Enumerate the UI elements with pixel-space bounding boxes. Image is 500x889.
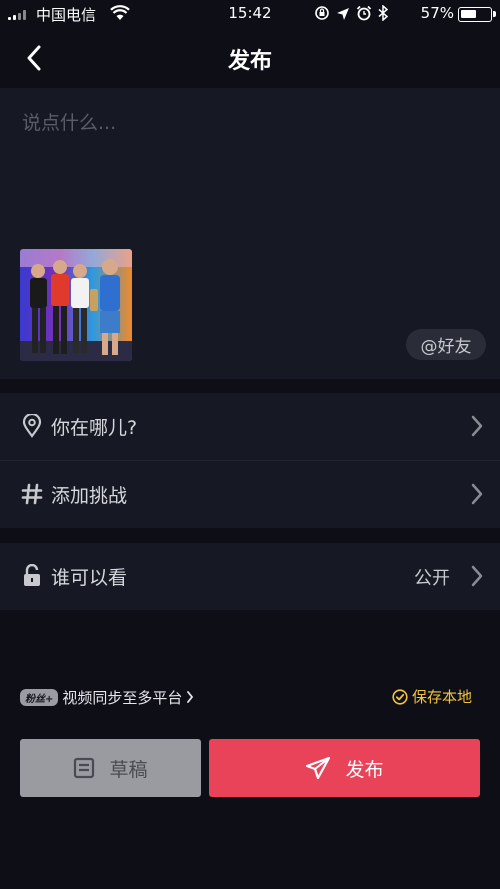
unlock-icon — [20, 564, 44, 588]
compose-panel: 说点什么... @好友 — [0, 88, 500, 379]
bluetooth-icon — [378, 4, 389, 25]
privacy-row[interactable]: 谁可以看 公开 — [0, 543, 500, 610]
chevron-right-icon — [471, 565, 483, 587]
add-challenge-row[interactable]: 添加挑战 — [0, 461, 500, 528]
chevron-right-icon — [471, 415, 483, 437]
draft-button[interactable]: 草稿 — [20, 739, 201, 797]
orientation-lock-icon — [314, 5, 330, 25]
video-thumbnail[interactable] — [20, 249, 132, 361]
page-title: 发布 — [227, 49, 272, 74]
publish-button[interactable]: 发布 — [209, 739, 480, 797]
publish-label: 发布 — [345, 758, 384, 781]
draft-box-icon — [74, 757, 95, 779]
privacy-label: 谁可以看 — [51, 567, 128, 589]
location-pin-icon — [20, 414, 44, 438]
nav-bar: 发布 — [0, 28, 500, 88]
check-circle-icon — [392, 688, 408, 705]
draft-label: 草稿 — [109, 758, 148, 781]
save-local-label: 保存本地 — [411, 688, 472, 706]
chevron-right-icon — [187, 691, 194, 703]
battery-icon — [458, 7, 496, 22]
battery-percent: 57% — [420, 4, 454, 22]
chevron-right-icon — [471, 483, 483, 505]
sync-platforms-link[interactable]: 粉丝+ 视频同步至多平台 — [20, 686, 194, 708]
alarm-icon — [356, 5, 372, 25]
status-bar: 中国电信 15:42 57% — [0, 0, 500, 28]
save-local-toggle[interactable]: 保存本地 — [392, 686, 472, 707]
hashtag-icon — [20, 482, 44, 506]
send-icon — [306, 756, 331, 780]
fans-badge: 粉丝+ — [20, 688, 59, 706]
location-label: 你在哪儿? — [51, 417, 138, 439]
mention-friends-button[interactable]: @好友 — [406, 329, 486, 360]
location-row[interactable]: 你在哪儿? — [0, 393, 500, 460]
sync-platforms-label: 视频同步至多平台 — [62, 688, 183, 707]
caption-input[interactable]: 说点什么... — [22, 108, 116, 135]
location-arrow-icon — [336, 6, 350, 25]
add-challenge-label: 添加挑战 — [51, 485, 128, 507]
privacy-value: 公开 — [414, 568, 450, 589]
